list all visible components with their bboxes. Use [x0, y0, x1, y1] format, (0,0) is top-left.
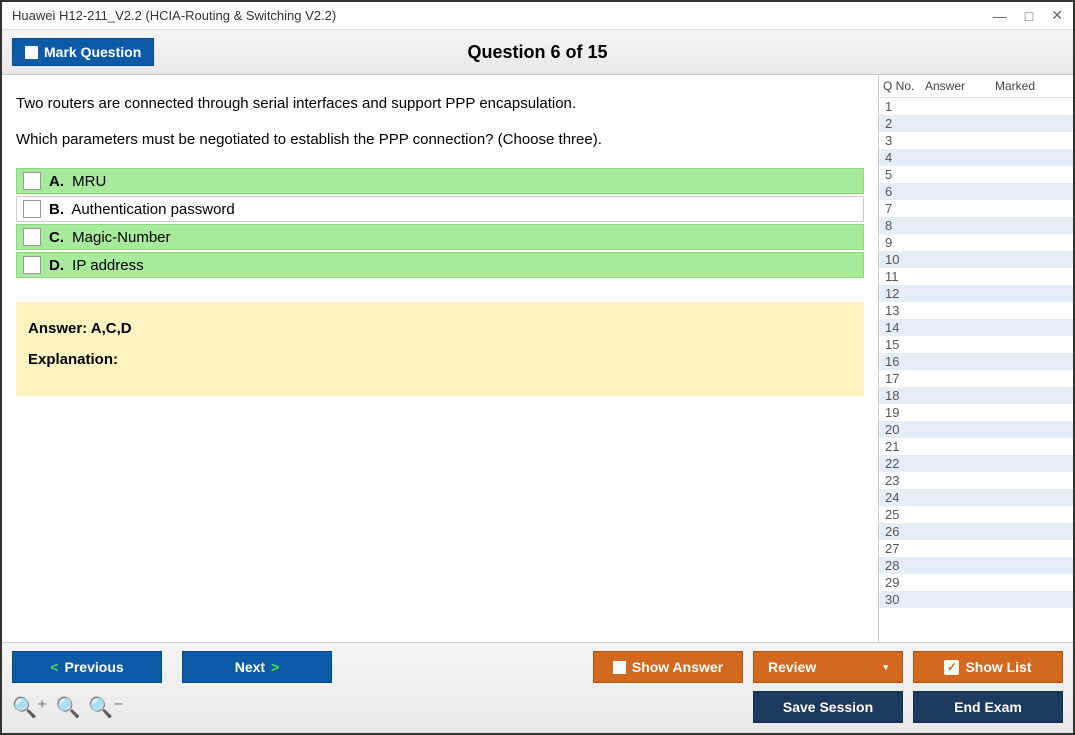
question-list-sidebar: Q No. Answer Marked 12345678910111213141…	[878, 75, 1073, 642]
mark-question-button[interactable]: Mark Question	[12, 38, 154, 66]
zoom-out-icon[interactable]: 🔍⁻	[88, 695, 123, 720]
col-answer: Answer	[925, 79, 995, 93]
checkbox-icon	[613, 661, 626, 674]
window-controls: — □ ✕	[993, 7, 1063, 24]
options-list: A. MRU B. Authentication password C. Magic…	[16, 168, 864, 278]
app-window: Huawei H12-211_V2.2 (HCIA-Routing & Swit…	[0, 0, 1075, 735]
qlist-row[interactable]: 17	[879, 370, 1073, 387]
review-label: Review	[768, 659, 816, 675]
col-marked: Marked	[995, 79, 1069, 93]
previous-label: Previous	[65, 659, 124, 675]
option-C[interactable]: C. Magic-Number	[16, 224, 864, 250]
close-icon[interactable]: ✕	[1051, 7, 1063, 24]
qlist-row[interactable]: 29	[879, 574, 1073, 591]
qlist-row[interactable]: 6	[879, 183, 1073, 200]
qlist-row[interactable]: 26	[879, 523, 1073, 540]
explanation-label: Explanation:	[28, 351, 852, 368]
maximize-icon[interactable]: □	[1025, 8, 1033, 24]
qlist-row[interactable]: 22	[879, 455, 1073, 472]
answer-label: Answer: A,C,D	[28, 320, 852, 337]
question-list[interactable]: 1234567891011121314151617181920212223242…	[879, 98, 1073, 642]
qlist-row[interactable]: 20	[879, 421, 1073, 438]
footer: < Previous Next > Show Answer Review ▾ ✓…	[2, 642, 1073, 733]
qlist-row[interactable]: 16	[879, 353, 1073, 370]
next-label: Next	[235, 659, 265, 675]
qlist-row[interactable]: 14	[879, 319, 1073, 336]
option-label: A. MRU	[49, 173, 106, 190]
qlist-row[interactable]: 8	[879, 217, 1073, 234]
zoom-in-icon[interactable]: 🔍⁺	[12, 695, 47, 720]
qlist-row[interactable]: 23	[879, 472, 1073, 489]
window-title: Huawei H12-211_V2.2 (HCIA-Routing & Swit…	[12, 8, 336, 23]
checkbox-icon	[23, 228, 41, 246]
question-line-2: Which parameters must be negotiated to e…	[16, 127, 864, 153]
qlist-row[interactable]: 2	[879, 115, 1073, 132]
option-label: C. Magic-Number	[49, 229, 171, 246]
qlist-row[interactable]: 7	[879, 200, 1073, 217]
question-line-1: Two routers are connected through serial…	[16, 91, 864, 117]
previous-button[interactable]: < Previous	[12, 651, 162, 683]
show-list-label: Show List	[965, 659, 1031, 675]
qlist-row[interactable]: 15	[879, 336, 1073, 353]
qlist-row[interactable]: 27	[879, 540, 1073, 557]
checkbox-icon	[23, 256, 41, 274]
col-qno: Q No.	[883, 79, 925, 93]
end-exam-label: End Exam	[954, 699, 1022, 715]
body: Two routers are connected through serial…	[2, 75, 1073, 642]
check-icon: ✓	[944, 660, 959, 675]
option-B[interactable]: B. Authentication password	[16, 196, 864, 222]
next-button[interactable]: Next >	[182, 651, 332, 683]
qlist-row[interactable]: 24	[879, 489, 1073, 506]
checkbox-icon	[25, 46, 38, 59]
qlist-row[interactable]: 10	[879, 251, 1073, 268]
show-list-button[interactable]: ✓ Show List	[913, 651, 1063, 683]
qlist-row[interactable]: 4	[879, 149, 1073, 166]
option-label: B. Authentication password	[49, 201, 235, 218]
qlist-row[interactable]: 3	[879, 132, 1073, 149]
qlist-row[interactable]: 9	[879, 234, 1073, 251]
main-pane: Two routers are connected through serial…	[2, 75, 878, 642]
checkbox-icon	[23, 172, 41, 190]
save-session-button[interactable]: Save Session	[753, 691, 903, 723]
qlist-row[interactable]: 21	[879, 438, 1073, 455]
sidebar-header: Q No. Answer Marked	[879, 75, 1073, 98]
show-answer-label: Show Answer	[632, 659, 723, 675]
qlist-row[interactable]: 13	[879, 302, 1073, 319]
titlebar: Huawei H12-211_V2.2 (HCIA-Routing & Swit…	[2, 2, 1073, 30]
save-session-label: Save Session	[783, 699, 873, 715]
end-exam-button[interactable]: End Exam	[913, 691, 1063, 723]
chevron-left-icon: <	[50, 659, 58, 675]
qlist-row[interactable]: 12	[879, 285, 1073, 302]
footer-top: < Previous Next > Show Answer Review ▾ ✓…	[12, 651, 1063, 683]
qlist-row[interactable]: 1	[879, 98, 1073, 115]
option-label: D. IP address	[49, 257, 144, 274]
checkbox-icon	[23, 200, 41, 218]
qlist-row[interactable]: 25	[879, 506, 1073, 523]
option-A[interactable]: A. MRU	[16, 168, 864, 194]
qlist-row[interactable]: 30	[879, 591, 1073, 608]
header-bar: Mark Question Question 6 of 15	[2, 30, 1073, 75]
answer-box: Answer: A,C,D Explanation:	[16, 302, 864, 396]
option-D[interactable]: D. IP address	[16, 252, 864, 278]
qlist-row[interactable]: 18	[879, 387, 1073, 404]
minimize-icon[interactable]: —	[993, 8, 1007, 24]
qlist-row[interactable]: 19	[879, 404, 1073, 421]
chevron-right-icon: >	[271, 659, 279, 675]
mark-question-label: Mark Question	[44, 44, 141, 60]
question-number-label: Question 6 of 15	[467, 42, 607, 63]
qlist-row[interactable]: 28	[879, 557, 1073, 574]
qlist-row[interactable]: 11	[879, 268, 1073, 285]
zoom-reset-icon[interactable]: 🔍	[55, 695, 80, 720]
review-button[interactable]: Review ▾	[753, 651, 903, 683]
footer-bottom: 🔍⁺ 🔍 🔍⁻ Save Session End Exam	[12, 691, 1063, 723]
show-answer-button[interactable]: Show Answer	[593, 651, 743, 683]
question-text: Two routers are connected through serial…	[16, 91, 864, 152]
qlist-row[interactable]: 5	[879, 166, 1073, 183]
zoom-controls: 🔍⁺ 🔍 🔍⁻	[12, 695, 124, 720]
dropdown-icon: ▾	[865, 662, 888, 673]
